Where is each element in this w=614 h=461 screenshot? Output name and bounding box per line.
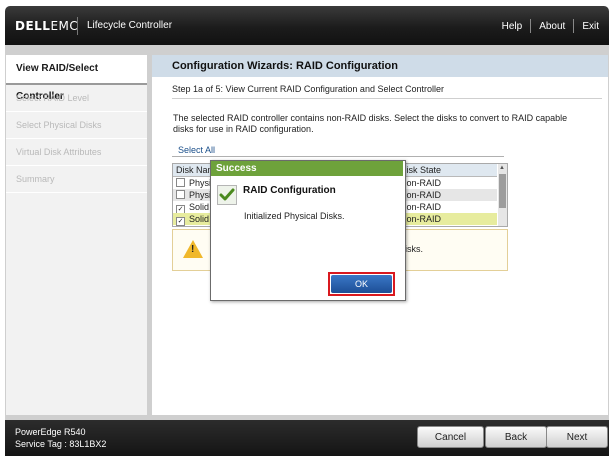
sidebar-item-summary: Summary xyxy=(6,166,147,193)
page-title: Configuration Wizards: RAID Configuratio… xyxy=(152,55,608,77)
system-info: PowerEdge R540 Service Tag : 83L1BX2 xyxy=(15,426,106,450)
back-button[interactable]: Back xyxy=(485,426,547,448)
footer-bar: PowerEdge R540 Service Tag : 83L1BX2 Can… xyxy=(5,420,609,456)
app-title: Lifecycle Controller xyxy=(87,20,173,31)
wizard-sidebar: View RAID/Select Controller Select RAID … xyxy=(6,55,147,415)
disk-state: Non-RAID xyxy=(400,190,442,200)
cancel-button[interactable]: Cancel xyxy=(417,426,484,448)
dialog-title: Success xyxy=(211,161,403,176)
logo-suffix: EMC xyxy=(50,19,79,33)
dialog-message: Initialized Physical Disks. xyxy=(244,211,345,221)
about-link[interactable]: About xyxy=(539,21,565,32)
checkmark-icon xyxy=(217,185,237,205)
service-tag: Service Tag : 83L1BX2 xyxy=(15,439,107,449)
success-dialog: Success RAID Configuration Initialized P… xyxy=(210,160,406,301)
header-bar: DELLEMC Lifecycle Controller Help About … xyxy=(5,6,609,45)
row-checkbox[interactable]: ✓ xyxy=(176,217,185,226)
sidebar-item-select-physical-disks: Select Physical Disks xyxy=(6,112,147,139)
sidebar-item-virtual-disk-attributes: Virtual Disk Attributes xyxy=(6,139,147,166)
divider xyxy=(172,156,504,157)
step-indicator: Step 1a of 5: View Current RAID Configur… xyxy=(172,84,444,94)
disk-name: Physi xyxy=(189,190,212,200)
scrollbar-thumb[interactable] xyxy=(499,174,506,208)
divider xyxy=(172,98,602,99)
disk-name: Solid xyxy=(189,214,210,224)
link-divider xyxy=(530,19,532,33)
disk-state: Non-RAID xyxy=(400,214,442,224)
column-header-disk-state[interactable]: Disk State xyxy=(400,164,441,176)
disk-state: Non-RAID xyxy=(400,178,442,188)
description-text: The selected RAID controller contains no… xyxy=(173,113,568,134)
disk-name: Solid xyxy=(189,202,210,212)
help-link[interactable]: Help xyxy=(502,21,523,32)
disk-name: Physi xyxy=(189,178,212,188)
ok-button[interactable]: OK xyxy=(331,275,392,293)
select-all-link[interactable]: Select All xyxy=(178,145,215,155)
sidebar-item-select-raid-level: Select RAID Level xyxy=(6,85,147,112)
header-divider xyxy=(77,17,78,35)
disk-state: Non-RAID xyxy=(400,202,442,212)
logo-brand: DELL xyxy=(15,19,51,33)
header-links: Help About Exit xyxy=(502,19,599,33)
row-checkbox[interactable] xyxy=(176,178,185,187)
dialog-heading: RAID Configuration xyxy=(243,185,336,196)
app-window: DELLEMC Lifecycle Controller Help About … xyxy=(0,0,614,461)
dell-emc-logo: DELLEMC xyxy=(15,19,78,33)
table-scrollbar[interactable]: ▲ xyxy=(498,164,507,226)
sidebar-item-view-raid[interactable]: View RAID/Select Controller xyxy=(6,55,147,102)
model-name: PowerEdge R540 xyxy=(15,427,86,437)
warning-icon: ! xyxy=(183,240,203,258)
scroll-up-icon[interactable]: ▲ xyxy=(499,165,505,171)
row-checkbox[interactable] xyxy=(176,190,185,199)
link-divider xyxy=(573,19,575,33)
next-button[interactable]: Next xyxy=(546,426,608,448)
exit-link[interactable]: Exit xyxy=(582,21,599,32)
